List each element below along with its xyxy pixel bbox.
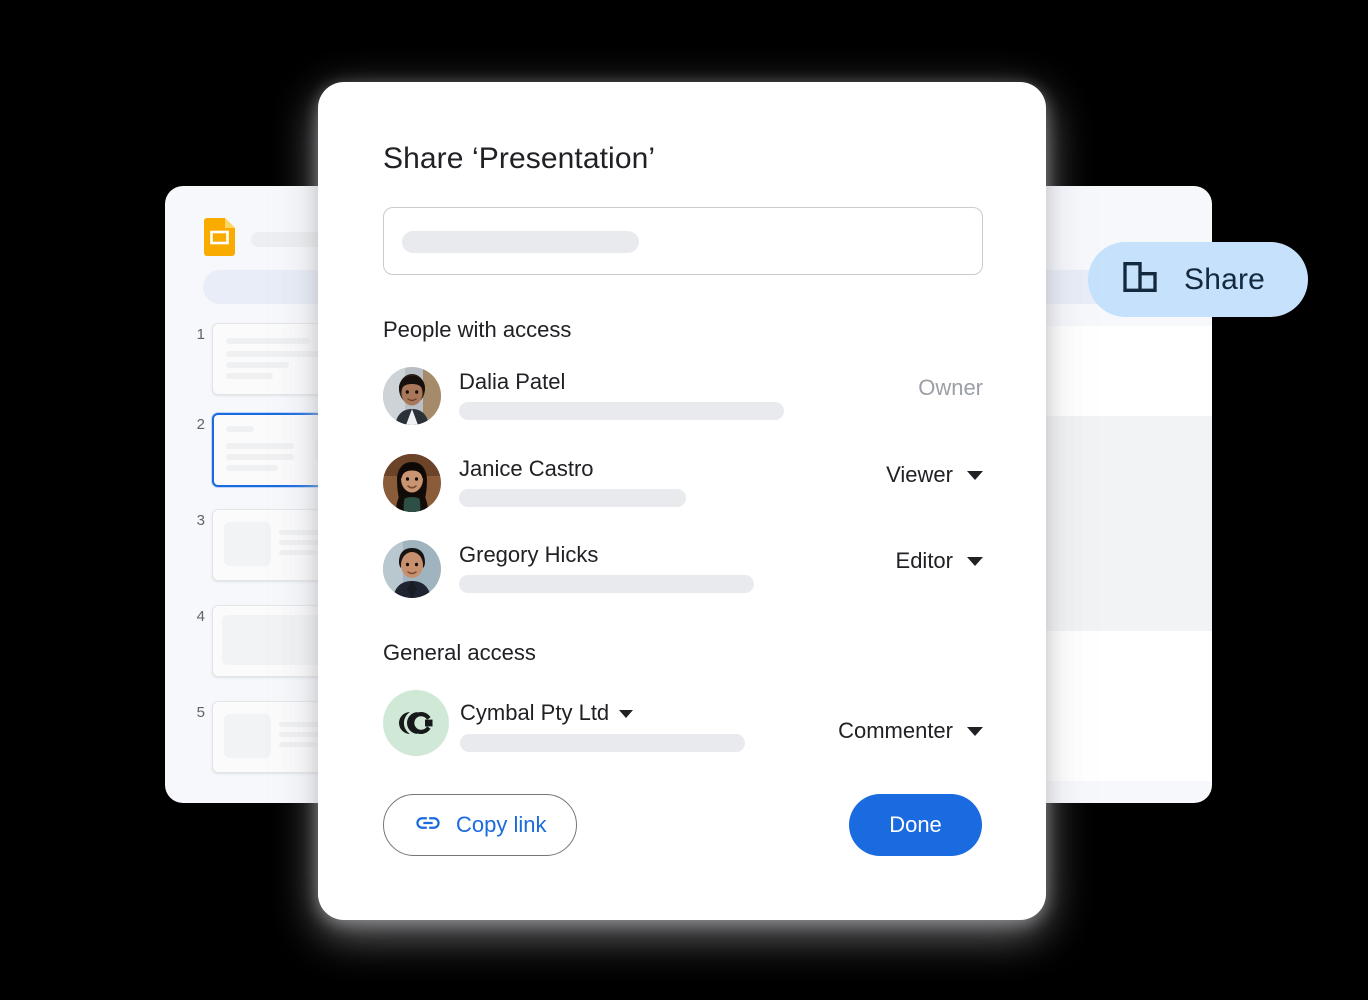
role-label-owner: Owner <box>918 375 983 400</box>
link-chain-icon <box>414 809 442 842</box>
role-label: Commenter <box>838 718 953 743</box>
slide-number: 2 <box>196 416 205 433</box>
role-label: Viewer <box>886 462 953 487</box>
done-button[interactable]: Done <box>849 794 982 856</box>
input-placeholder-bar <box>402 231 639 253</box>
org-name-label: Cymbal Pty Ltd <box>460 700 610 725</box>
cymbal-logo <box>383 690 449 756</box>
chevron-down-icon <box>619 710 634 718</box>
table-row: Gregory Hicks Editor <box>383 540 983 610</box>
slide-number: 3 <box>196 512 205 529</box>
person-name: Gregory Hicks <box>459 542 599 567</box>
slide-canvas-block <box>1017 416 1212 631</box>
table-row: Dalia Patel Owner <box>383 367 983 437</box>
share-button[interactable]: Share <box>1088 242 1308 317</box>
domain-building-icon <box>1120 257 1160 302</box>
role-dropdown-commenter[interactable]: Commenter <box>838 718 983 744</box>
share-recipients-input[interactable] <box>383 207 983 275</box>
avatar <box>383 540 441 598</box>
chevron-down-icon <box>967 557 983 566</box>
general-access-row: Cymbal Pty Ltd Commenter <box>383 690 983 760</box>
person-email-placeholder <box>459 402 784 420</box>
role-dropdown-editor[interactable]: Editor <box>896 548 983 574</box>
person-name: Janice Castro <box>459 456 594 481</box>
google-slides-icon <box>204 218 235 256</box>
page-title: Share ‘Presentation’ <box>383 142 656 175</box>
chevron-down-icon <box>967 471 983 480</box>
slide-number: 1 <box>196 326 205 343</box>
chevron-down-icon <box>967 727 983 736</box>
share-button-label: Share <box>1184 262 1266 296</box>
slide-number: 4 <box>196 608 205 625</box>
role-label: Editor <box>895 548 953 573</box>
copy-link-label: Copy link <box>456 812 547 837</box>
copy-link-button[interactable]: Copy link <box>383 794 578 856</box>
share-dialog: Share ‘Presentation’ People with access … <box>318 82 1046 920</box>
slide-number: 5 <box>196 704 205 721</box>
org-name-dropdown[interactable]: Cymbal Pty Ltd <box>460 700 634 726</box>
role-dropdown-viewer[interactable]: Viewer <box>886 462 983 488</box>
general-access-heading: General access <box>383 640 536 665</box>
avatar <box>383 454 441 512</box>
person-name: Dalia Patel <box>459 369 566 394</box>
person-email-placeholder <box>459 575 754 593</box>
org-description-placeholder <box>460 734 745 752</box>
table-row: Janice Castro Viewer <box>383 454 983 524</box>
person-email-placeholder <box>459 489 686 507</box>
people-with-access-heading: People with access <box>383 317 572 342</box>
avatar <box>383 367 441 425</box>
